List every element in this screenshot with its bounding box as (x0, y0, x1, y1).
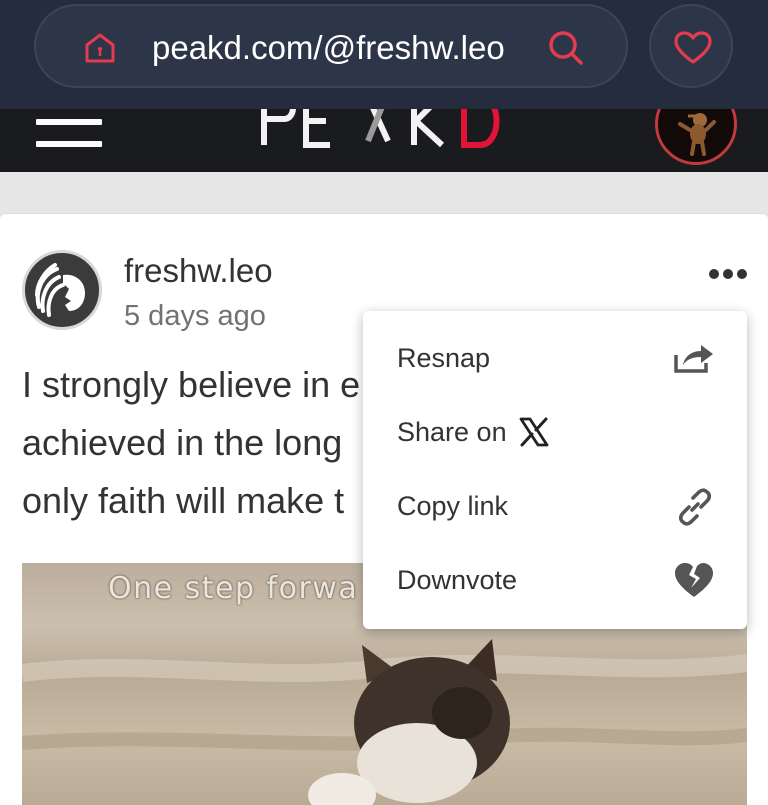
author-avatar[interactable] (22, 250, 102, 330)
home-shield-icon[interactable] (82, 31, 118, 67)
broken-heart-icon (675, 563, 713, 597)
user-avatar[interactable] (655, 109, 737, 167)
browser-toolbar: peakd.com/@freshw.leo (0, 0, 768, 109)
menu-item-label: Copy link (397, 491, 509, 521)
share-arrow-icon (674, 345, 713, 373)
author-name[interactable]: freshw.leo (124, 252, 273, 290)
menu-item-share-on-x[interactable]: Share on (363, 395, 747, 469)
url-text[interactable]: peakd.com/@freshw.leo (152, 26, 512, 70)
search-icon[interactable] (546, 28, 586, 68)
x-logo-icon (519, 417, 549, 447)
menu-item-label: Resnap (397, 343, 491, 373)
monkey-avatar-icon (678, 113, 716, 156)
menu-item-label: Share on (397, 417, 507, 447)
post-body-line-1: I strongly believe in e (22, 364, 361, 405)
menu-item-copy-link[interactable]: Copy link (363, 469, 747, 543)
link-icon (678, 488, 712, 526)
post-timestamp[interactable]: 5 days ago (124, 300, 266, 333)
post-context-menu: Resnap Share on Copy link Downvote (363, 311, 747, 629)
menu-item-label: Downvote (397, 565, 518, 595)
lion-avatar-icon (35, 263, 85, 317)
heart-icon (674, 31, 712, 64)
favorite-button[interactable] (649, 4, 733, 88)
menu-item-downvote[interactable]: Downvote (363, 543, 747, 617)
post-body-line-3: only faith will make t (22, 480, 345, 521)
more-options-icon[interactable] (709, 265, 749, 285)
peakd-logo[interactable] (258, 109, 508, 149)
address-bar[interactable]: peakd.com/@freshw.leo (34, 4, 628, 88)
app-header (0, 109, 768, 172)
post-body-line-2: achieved in the long (22, 422, 343, 463)
menu-item-resnap[interactable]: Resnap (363, 321, 747, 395)
hamburger-menu-icon[interactable] (36, 119, 102, 159)
